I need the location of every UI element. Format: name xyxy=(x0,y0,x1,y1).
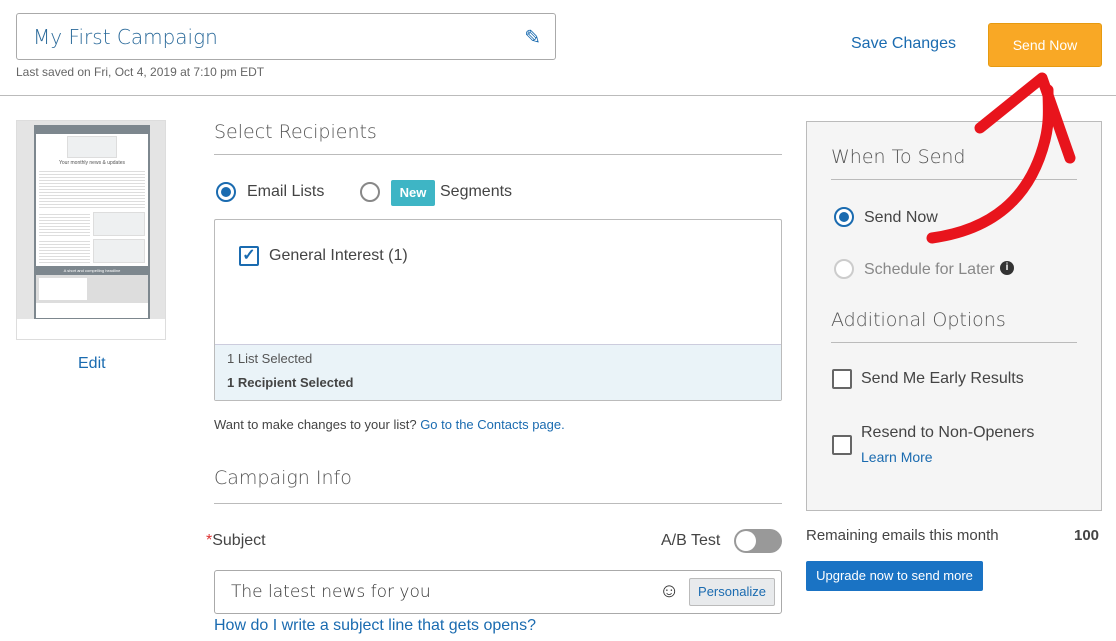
send-now-radio[interactable] xyxy=(834,207,854,227)
preview-headline: Your monthly news & updates xyxy=(59,160,125,166)
ab-test-toggle[interactable] xyxy=(734,529,782,553)
early-results-label: Send Me Early Results xyxy=(861,370,1024,387)
remaining-emails-value: 100 xyxy=(1074,527,1100,544)
contacts-page-link[interactable]: Go to the Contacts page. xyxy=(420,417,565,432)
pencil-icon[interactable]: ✎ xyxy=(524,25,541,49)
selection-summary: 1 List Selected 1 Recipient Selected xyxy=(215,344,781,400)
schedule-later-label: Schedule for Later xyxy=(864,261,995,278)
additional-options-heading: Additional Options xyxy=(831,309,1006,331)
subject-help-link[interactable]: How do I write a subject line that gets … xyxy=(214,617,536,635)
subject-label: *Subject xyxy=(206,532,266,550)
save-changes-button[interactable]: Save Changes xyxy=(851,35,956,53)
edit-link[interactable]: Edit xyxy=(78,355,106,373)
campaign-title: My First Campaign xyxy=(33,25,218,49)
campaign-title-input[interactable]: My First Campaign ✎ xyxy=(16,13,556,60)
subject-label-text: Subject xyxy=(212,532,266,549)
resend-label: Resend to Non-Openers xyxy=(861,424,1035,441)
segments-label: Segments xyxy=(440,183,513,200)
change-prompt: Want to make changes to your list? xyxy=(214,417,417,432)
subject-value: The latest news for you xyxy=(231,582,431,602)
emoji-icon[interactable]: ☺ xyxy=(659,580,679,603)
remaining-emails-label: Remaining emails this month xyxy=(806,527,999,544)
list-selected: 1 List Selected xyxy=(227,351,313,366)
list-item-label: General Interest (1) xyxy=(269,247,408,264)
preview-banner: A short and compelling headline xyxy=(36,266,148,275)
schedule-later-radio[interactable] xyxy=(834,259,854,279)
campaign-info-heading: Campaign Info xyxy=(214,467,352,489)
email-lists-radio[interactable] xyxy=(216,182,236,202)
resend-checkbox[interactable] xyxy=(832,435,852,455)
personalize-button[interactable]: Personalize xyxy=(689,578,775,606)
recipient-selected: 1 Recipient Selected xyxy=(227,375,354,390)
new-badge: New xyxy=(391,180,435,206)
learn-more-link[interactable]: Learn More xyxy=(861,449,933,465)
early-results-checkbox[interactable] xyxy=(832,369,852,389)
ab-test-label: A/B Test xyxy=(661,532,721,549)
change-list-text: Want to make changes to your list? Go to… xyxy=(214,417,565,432)
select-recipients-heading: Select Recipients xyxy=(214,121,377,143)
annotation-arrow xyxy=(926,72,1076,244)
upgrade-button[interactable]: Upgrade now to send more xyxy=(806,561,983,591)
last-saved: Last saved on Fri, Oct 4, 2019 at 7:10 p… xyxy=(16,65,265,79)
general-interest-checkbox[interactable]: ✓ xyxy=(239,246,259,266)
email-list-box: ✓ General Interest (1) 1 List Selected 1… xyxy=(214,219,782,401)
email-preview-thumbnail[interactable]: Your monthly news & updates A short and … xyxy=(16,120,166,340)
info-icon[interactable]: i xyxy=(1000,261,1014,275)
email-lists-label: Email Lists xyxy=(247,183,325,200)
segments-radio[interactable] xyxy=(360,182,380,202)
